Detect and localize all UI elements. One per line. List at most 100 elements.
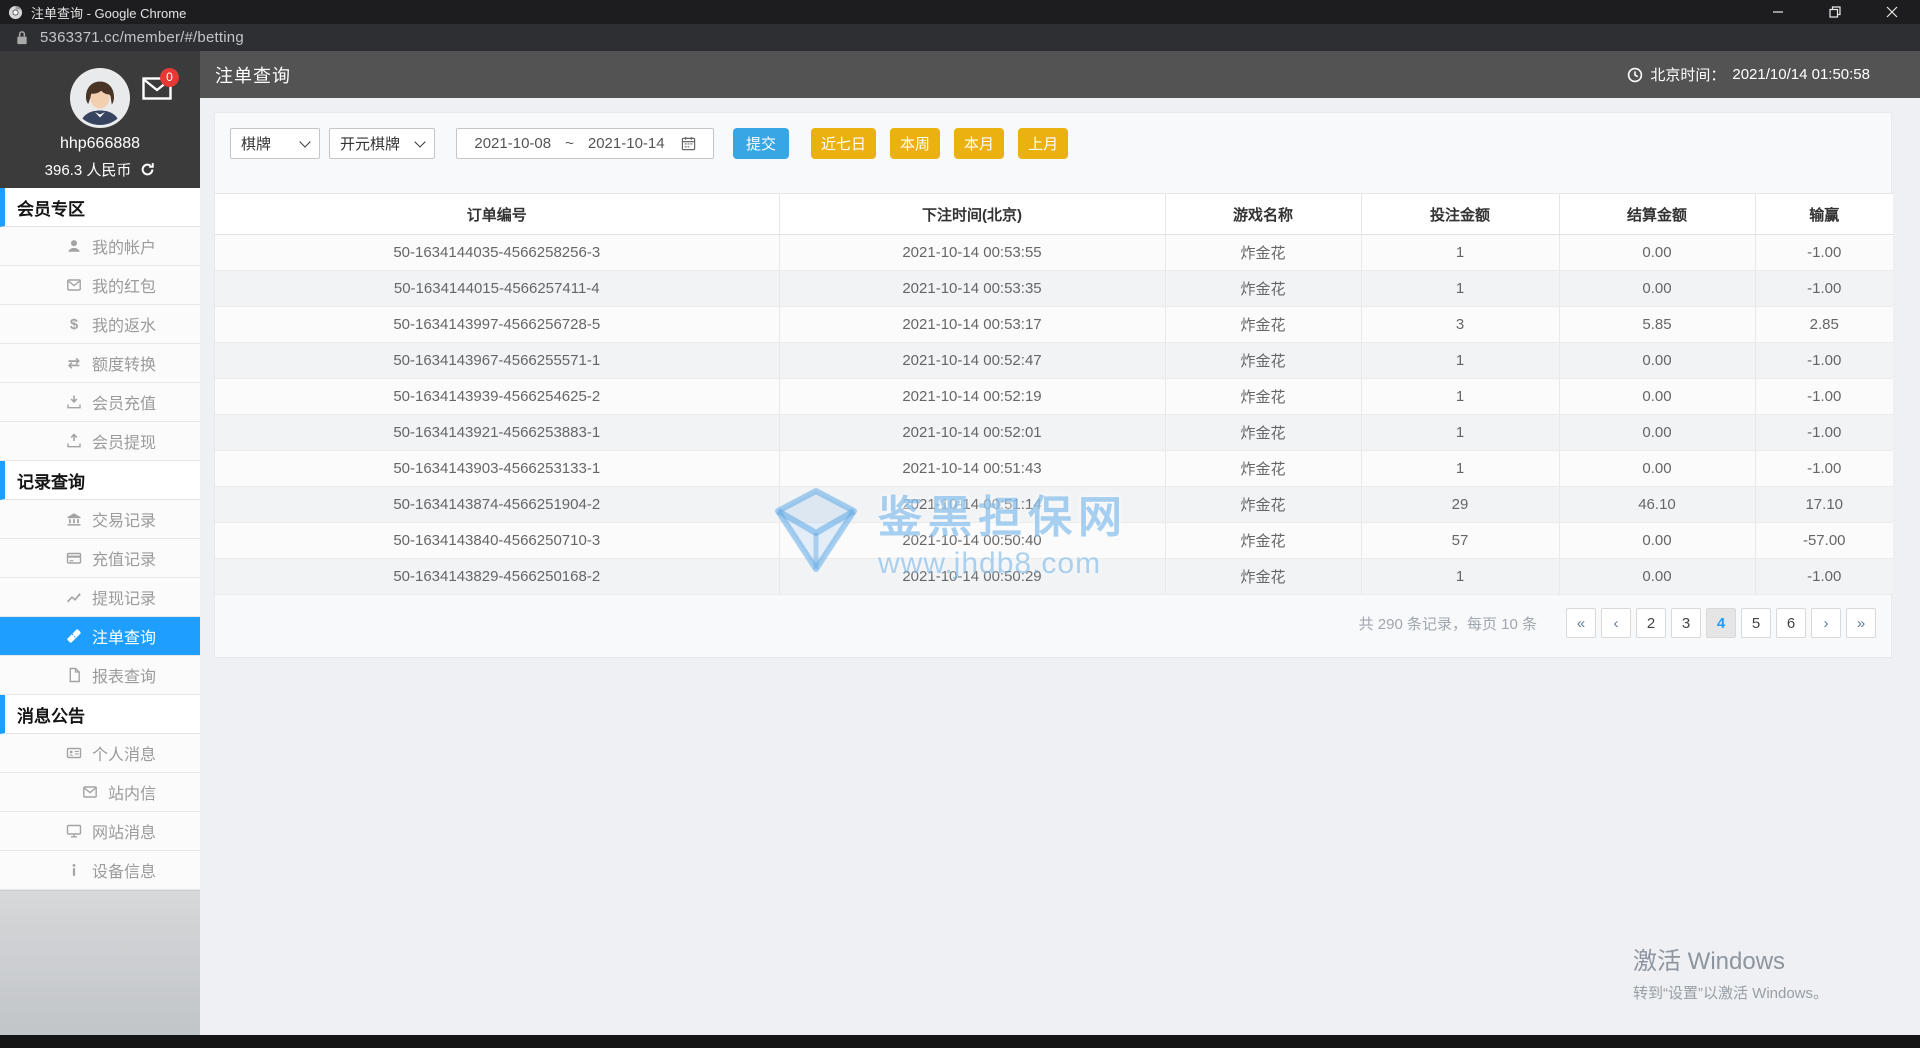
bank-icon [67, 513, 81, 526]
mail-badge: 0 [160, 68, 179, 87]
sidebar-item-transfer[interactable]: ⇄ 额度转换 [0, 344, 200, 383]
sidebar-item-redpacket[interactable]: 我的红包 [0, 266, 200, 305]
sidebar-item-withdraw[interactable]: 会员提现 [0, 422, 200, 461]
main-header: 注单查询 北京时间： 2021/10/14 01:50:58 [200, 51, 1920, 98]
platform-select[interactable]: 开元棋牌 [329, 128, 435, 159]
this-week-button[interactable]: 本周 [890, 128, 941, 159]
chevron-down-icon [414, 135, 426, 148]
close-button[interactable] [1863, 0, 1920, 24]
clock-icon [1628, 67, 1643, 82]
info-icon [72, 864, 76, 876]
withdraw-icon [67, 433, 81, 448]
col-bet-time: 下注时间(北京) [779, 193, 1166, 235]
time-label: 北京时间： [1650, 67, 1726, 84]
transfer-icon: ⇄ [67, 355, 81, 372]
date-to: 2021-10-14 [587, 135, 665, 152]
table-row: 50-1634144015-4566257411-4 2021-10-14 00:… [215, 270, 1893, 307]
idcard-icon [66, 747, 82, 759]
sidebar-item-transactions[interactable]: 交易记录 [0, 500, 200, 539]
minimize-icon [1772, 11, 1783, 13]
refresh-icon[interactable] [140, 162, 155, 177]
page-6-button[interactable]: 6 [1776, 608, 1806, 638]
sidebar-item-withdraw-records[interactable]: 提现记录 [0, 578, 200, 617]
game-type-select[interactable]: 棋牌 [230, 128, 320, 159]
content-panel: 棋牌 开元棋牌 2021-10-08 ~ 2021-10-14 提交 近七日 本… [214, 112, 1893, 658]
page-3-button[interactable]: 3 [1671, 608, 1701, 638]
last-page-button[interactable]: » [1846, 608, 1876, 638]
next-page-button[interactable]: › [1811, 608, 1841, 638]
page-title: 注单查询 [215, 65, 291, 86]
sidebar-item-betting-query[interactable]: 注单查询 [0, 617, 200, 656]
restore-icon [1828, 6, 1841, 18]
bottom-bar [0, 1035, 1920, 1048]
calendar-icon [681, 136, 695, 151]
col-game-name: 游戏名称 [1165, 193, 1362, 235]
last-seven-days-button[interactable]: 近七日 [811, 128, 877, 159]
filter-bar: 棋牌 开元棋牌 2021-10-08 ~ 2021-10-14 提交 近七日 本… [230, 128, 1891, 159]
page-2-button[interactable]: 2 [1636, 608, 1666, 638]
user-icon [68, 240, 80, 252]
windows-activation-notice: 激活 Windows 转到“设置”以激活 Windows。 [1633, 948, 1829, 1002]
this-month-button[interactable]: 本月 [954, 128, 1005, 159]
col-settle-amount: 结算金额 [1559, 193, 1756, 235]
browser-titlebar: 注单查询 - Google Chrome [0, 0, 1920, 24]
sidebar-item-rebate[interactable]: $ 我的返水 [0, 305, 200, 344]
sidebar-section-member: 会员专区 [0, 188, 200, 227]
table-row: 50-1634143997-4566256728-5 2021-10-14 00:… [215, 306, 1893, 343]
date-range-input[interactable]: 2021-10-08 ~ 2021-10-14 [456, 128, 714, 159]
avatar-image [73, 71, 127, 125]
report-icon [69, 667, 80, 683]
first-page-button[interactable]: « [1566, 608, 1596, 638]
balance-value: 396.3 人民币 [44, 162, 132, 179]
restore-button[interactable] [1806, 0, 1863, 24]
last-month-button[interactable]: 上月 [1018, 128, 1069, 159]
table-row: 50-1634143921-4566253883-1 2021-10-14 00:… [215, 414, 1893, 451]
user-panel: 0 hhp666888 396.3 人民币 [0, 51, 200, 188]
sidebar-item-site-mail[interactable]: 站内信 [0, 773, 200, 812]
sidebar-item-deposit[interactable]: 会员充值 [0, 383, 200, 422]
table-row: 50-1634143829-4566250168-2 2021-10-14 00:… [215, 558, 1893, 595]
table-row: 50-1634144035-4566258256-3 2021-10-14 00:… [215, 234, 1893, 271]
main-area: 注单查询 北京时间： 2021/10/14 01:50:58 棋牌 开元棋牌 2… [200, 51, 1920, 1035]
minimize-button[interactable] [1749, 0, 1806, 24]
lock-icon [17, 31, 27, 45]
window-title: 注单查询 - Google Chrome [31, 5, 187, 21]
sidebar-item-device-info[interactable]: 设备信息 [0, 851, 200, 890]
app: 0 hhp666888 396.3 人民币 会员专区 我的帐户 我的红包 $ 我… [0, 51, 1920, 1035]
page-4-button-active[interactable]: 4 [1706, 608, 1736, 638]
table-header-row: 订单编号 下注时间(北京) 游戏名称 投注金额 结算金额 输赢 [215, 193, 1893, 235]
record-summary: 共 290 条记录，每页 10 条 [1358, 615, 1537, 633]
chrome-icon [8, 5, 23, 19]
window-controls [1749, 0, 1920, 24]
submit-button[interactable]: 提交 [733, 128, 790, 159]
avatar [73, 71, 127, 125]
chevron-down-icon [299, 135, 311, 148]
balance-row: 396.3 人民币 [0, 159, 200, 180]
ticket-icon [67, 629, 81, 643]
username: hhp666888 [59, 135, 141, 152]
date-from: 2021-10-08 [474, 135, 552, 152]
sidebar-section-messages: 消息公告 [0, 695, 200, 734]
red-packet-icon [67, 279, 81, 291]
page-5-button[interactable]: 5 [1741, 608, 1771, 638]
deposit-icon [67, 395, 81, 409]
table-row: 50-1634143967-4566255571-1 2021-10-14 00:… [215, 342, 1893, 379]
address-bar[interactable]: 5363371.cc/member/#/betting [0, 24, 1920, 51]
sidebar-item-report-query[interactable]: 报表查询 [0, 656, 200, 695]
betting-table: 订单编号 下注时间(北京) 游戏名称 投注金额 结算金额 输赢 50-16341… [215, 193, 1893, 595]
date-separator: ~ [565, 135, 574, 152]
chart-icon [66, 593, 81, 603]
col-bet-amount: 投注金额 [1361, 193, 1560, 235]
sidebar-item-deposit-records[interactable]: 充值记录 [0, 539, 200, 578]
sidebar-item-site-messages[interactable]: 网站消息 [0, 812, 200, 851]
sidebar-item-account[interactable]: 我的帐户 [0, 227, 200, 266]
prev-page-button[interactable]: ‹ [1601, 608, 1631, 638]
dollar-icon: $ [69, 315, 79, 333]
sidebar-item-personal-messages[interactable]: 个人消息 [0, 734, 200, 773]
sidebar: 0 hhp666888 396.3 人民币 会员专区 我的帐户 我的红包 $ 我… [0, 51, 200, 1035]
table-row: 50-1634143939-4566254625-2 2021-10-14 00:… [215, 378, 1893, 415]
page-url: 5363371.cc/member/#/betting [40, 29, 244, 46]
close-icon [1886, 6, 1897, 18]
envelope-icon [83, 786, 97, 798]
col-order-no: 订单编号 [215, 193, 780, 235]
